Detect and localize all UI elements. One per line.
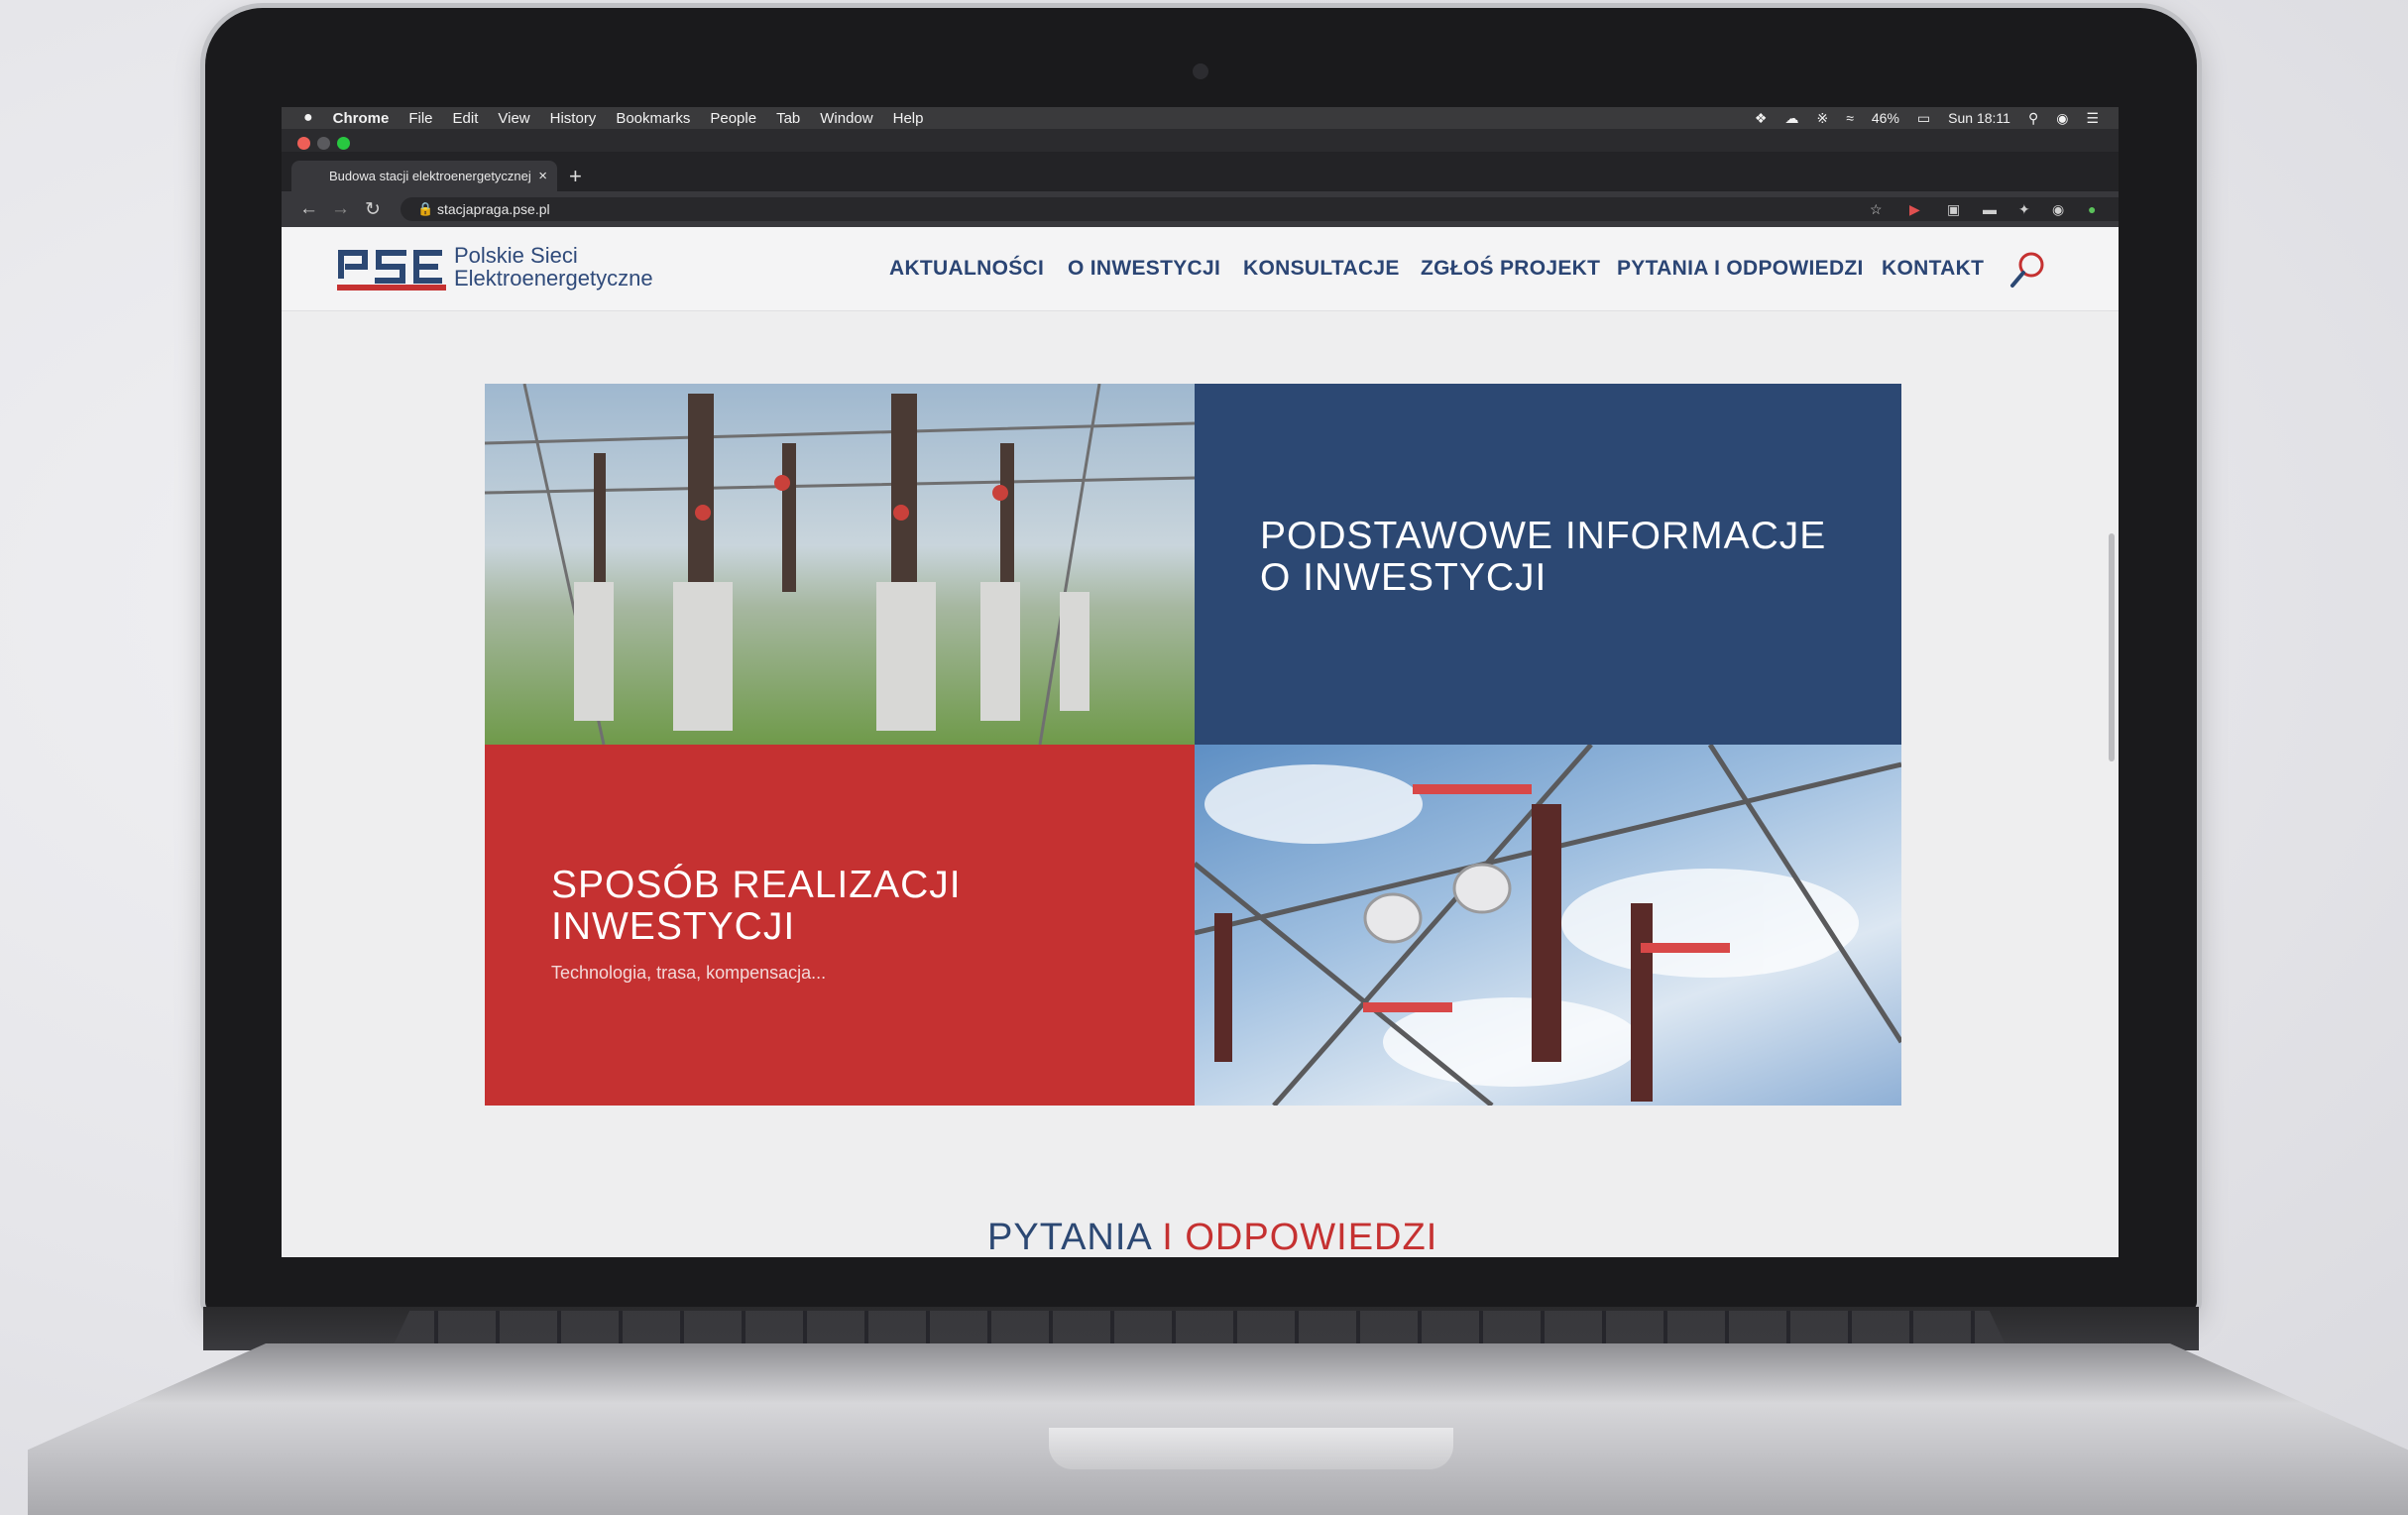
menu-file[interactable]: File [408, 110, 432, 127]
insulators-image [1195, 745, 1901, 1106]
extension-icon[interactable]: ▶ [1909, 201, 1920, 218]
menu-extras: ❖ ☁ ※ ≈ 46% ▭ Sun 18:11 ⚲ ◉ ☰ [1755, 107, 2099, 129]
section-title-part-b: I ODPOWIEDZI [1150, 1217, 1438, 1257]
tile-red-line-1: SPOSÓB REALIZACJI [551, 864, 962, 906]
window-titlebar [282, 129, 2119, 152]
new-tab-button[interactable]: + [569, 164, 582, 189]
page-scrollbar[interactable] [2109, 533, 2115, 761]
zoom-window-button[interactable] [337, 137, 350, 150]
substation-image [485, 384, 1195, 745]
pse-logo-icon[interactable] [337, 243, 446, 292]
menu-tab[interactable]: Tab [776, 110, 800, 127]
section-title-part-a: PYTANIA [987, 1217, 1151, 1257]
clock[interactable]: Sun 18:11 [1948, 110, 2010, 126]
list-icon[interactable]: ☰ [2086, 110, 2099, 127]
close-window-button[interactable] [297, 137, 310, 150]
camera-extension-icon[interactable]: ▣ [1947, 201, 1960, 218]
nav-konsultacje[interactable]: KONSULTACJE [1243, 257, 1400, 281]
dropbox-icon[interactable]: ❖ [1755, 110, 1768, 127]
extension-icon[interactable]: ▬ [1983, 201, 1997, 217]
tab-title: Budowa stacji elektroenergetycznej [329, 169, 531, 183]
bluetooth-icon[interactable]: ※ [1816, 110, 1828, 127]
siri-icon[interactable]: ◉ [2056, 110, 2068, 127]
magnifier-icon[interactable] [2008, 250, 2048, 290]
menu-app-name[interactable]: Chrome [333, 110, 390, 127]
macos-menu-bar: ● Chrome File Edit View History Bookmark… [282, 107, 2119, 129]
star-icon[interactable]: ☆ [1870, 201, 1883, 218]
camera [1193, 63, 1208, 79]
menu-bookmarks[interactable]: Bookmarks [616, 110, 690, 127]
cloud-icon[interactable]: ☁ [1784, 110, 1798, 127]
tile-implementation-heading: SPOSÓB REALIZACJI INWESTYCJI [551, 865, 962, 948]
nav-pytania[interactable]: PYTANIA I ODPOWIEDZI [1617, 257, 1864, 281]
wifi-icon[interactable]: ≈ [1846, 110, 1854, 126]
tile-red-line-2: INWESTYCJI [551, 905, 796, 948]
battery-icon[interactable]: ▭ [1917, 110, 1930, 127]
apple-icon[interactable]: ● [303, 109, 313, 127]
address-bar[interactable] [401, 197, 2119, 221]
screen: ● Chrome File Edit View History Bookmark… [282, 107, 2119, 1257]
logo-line-2: Elektroenergetyczne [454, 266, 653, 291]
nav-o-inwestycji[interactable]: O INWESTYCJI [1068, 257, 1220, 281]
tile-basic-info[interactable]: PODSTAWOWE INFORMACJE O INWESTYCJI [1195, 384, 1901, 745]
close-tab-icon[interactable]: × [538, 168, 547, 184]
menu-history[interactable]: History [550, 110, 597, 127]
logo-line-1: Polskie Sieci [454, 243, 578, 268]
menu-window[interactable]: Window [820, 110, 872, 127]
substation-photo-tile[interactable] [485, 384, 1195, 745]
battery-percent[interactable]: 46% [1872, 110, 1899, 126]
url-text[interactable]: stacjapraga.pse.pl [437, 201, 550, 217]
reload-icon[interactable]: ↻ [365, 198, 381, 221]
minimize-window-button[interactable] [317, 137, 330, 150]
tile-basic-info-heading: PODSTAWOWE INFORMACJE O INWESTYCJI [1260, 516, 1826, 599]
puzzle-icon[interactable]: ✦ [2018, 201, 2030, 218]
lid-notch [1049, 1428, 1453, 1469]
menu-view[interactable]: View [498, 110, 529, 127]
browser-tab[interactable]: Budowa stacji elektroenergetycznej × [291, 161, 557, 191]
tile-implementation-subtitle: Technologia, trasa, kompensacja... [551, 963, 827, 983]
nav-kontakt[interactable]: KONTAKT [1882, 257, 1984, 281]
section-title: PYTANIA I ODPOWIEDZI [987, 1217, 1437, 1257]
lock-icon[interactable]: 🔒 [417, 201, 433, 217]
nav-zglos-projekt[interactable]: ZGŁOŚ PROJEKT [1421, 257, 1600, 281]
forward-icon[interactable]: → [331, 198, 350, 220]
back-icon[interactable]: ← [299, 198, 318, 220]
tile-implementation[interactable]: SPOSÓB REALIZACJI INWESTYCJI Technologia… [485, 745, 1195, 1106]
nav-aktualnosci[interactable]: AKTUALNOŚCI [889, 257, 1044, 281]
web-page: Polskie Sieci Elektroenergetyczne AKTUAL… [282, 227, 2119, 1257]
update-icon[interactable]: ● [2088, 201, 2096, 217]
site-header: Polskie Sieci Elektroenergetyczne AKTUAL… [282, 227, 2119, 311]
tile-blue-line-2: O INWESTYCJI [1260, 556, 1548, 599]
menu-edit[interactable]: Edit [453, 110, 479, 127]
search-icon[interactable]: ⚲ [2028, 110, 2038, 127]
profile-icon[interactable]: ◉ [2052, 201, 2064, 218]
logo-text[interactable]: Polskie Sieci Elektroenergetyczne [454, 244, 653, 290]
menu-help[interactable]: Help [893, 110, 924, 127]
insulators-photo-tile[interactable] [1195, 745, 1901, 1106]
menu-people[interactable]: People [710, 110, 756, 127]
tile-blue-line-1: PODSTAWOWE INFORMACJE [1260, 515, 1827, 557]
